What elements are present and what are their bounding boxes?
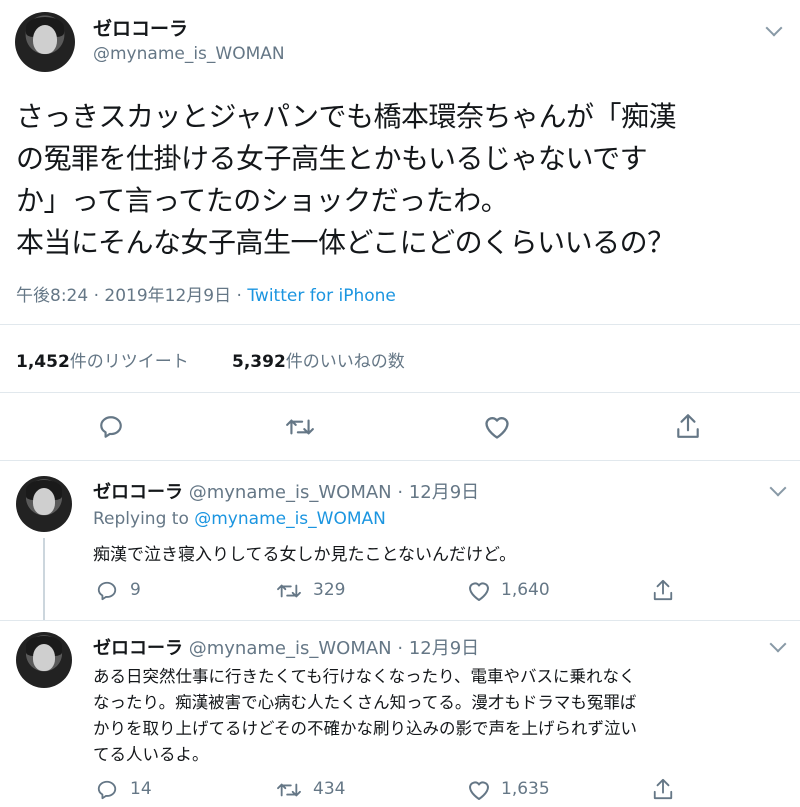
- avatar-face: [33, 25, 57, 54]
- reply-date[interactable]: 12月9日: [409, 482, 479, 503]
- tweet-text-line: の冤罪を仕掛ける女子高生とかもいるじゃないです: [16, 142, 648, 175]
- share-icon[interactable]: [652, 578, 674, 602]
- likes-label: 件のいいねの数: [285, 352, 405, 372]
- like-count: 1,635: [501, 779, 550, 799]
- retweets-label: 件のリツイート: [69, 352, 189, 372]
- display-name[interactable]: ゼロコーラ: [93, 482, 183, 503]
- reply-header: ゼロコーラ @myname_is_WOMAN · 12月9日: [93, 634, 479, 660]
- divider: [0, 392, 800, 393]
- avatar[interactable]: [16, 632, 72, 688]
- retweets-stat[interactable]: 1,452件のリツイート: [16, 347, 189, 372]
- retweet-icon[interactable]: [276, 580, 302, 602]
- tweet-text-line: さっきスカッとジャパンでも橋本環奈ちゃんが「痴漢: [16, 100, 677, 133]
- like-icon[interactable]: [483, 414, 511, 440]
- avatar[interactable]: [15, 12, 75, 72]
- tweet-time[interactable]: 午後8:24: [16, 286, 88, 306]
- handle[interactable]: @myname_is_WOMAN: [189, 638, 392, 659]
- divider: [0, 324, 800, 325]
- retweet-icon[interactable]: [276, 779, 302, 801]
- reply-header: ゼロコーラ @myname_is_WOMAN · 12月9日: [93, 478, 479, 504]
- replying-to: Replying to @myname_is_WOMAN: [93, 509, 386, 529]
- chevron-down-icon[interactable]: [769, 479, 787, 497]
- handle[interactable]: @myname_is_WOMAN: [189, 482, 392, 503]
- like-icon[interactable]: [467, 779, 491, 801]
- handle[interactable]: @myname_is_WOMAN: [93, 44, 285, 64]
- display-name[interactable]: ゼロコーラ: [93, 14, 188, 41]
- meta-separator: ·: [93, 286, 105, 306]
- thread-line: [43, 538, 45, 620]
- avatar[interactable]: [16, 476, 72, 532]
- meta-separator: ·: [397, 638, 409, 659]
- like-icon[interactable]: [467, 580, 491, 602]
- share-icon[interactable]: [652, 777, 674, 801]
- reply-text-line: てる人いるよ。: [93, 745, 209, 764]
- tweet-text-line: か」って言ってたのショックだったわ。: [16, 184, 509, 217]
- avatar-face: [32, 644, 56, 672]
- reply-text-line: なったり。痴漢被害で心病む人たくさん知ってる。漫才もドラマも冤罪ば: [93, 693, 637, 712]
- avatar-face: [32, 488, 56, 516]
- reply-count: 14: [130, 779, 152, 799]
- like-count: 1,640: [501, 580, 550, 600]
- divider: [0, 620, 800, 621]
- chevron-down-icon[interactable]: [765, 19, 783, 37]
- replying-to-label: Replying to: [93, 509, 189, 529]
- divider: [0, 460, 800, 461]
- tweet-meta: 午後8:24 · 2019年12月9日 · Twitter for iPhone: [16, 281, 396, 306]
- retweet-count: 434: [313, 779, 346, 799]
- reply-text-line: ある日突然仕事に行きたくても行けなくなったり、電車やバスに乗れなく: [93, 667, 636, 686]
- meta-separator: ·: [397, 482, 409, 503]
- share-icon[interactable]: [675, 412, 701, 440]
- reply-text-line: かりを取り上げてるけどその不確かな刷り込みの影で声を上げられず泣い: [93, 719, 638, 738]
- retweet-icon[interactable]: [285, 414, 315, 440]
- reply-icon[interactable]: [98, 414, 124, 440]
- tweet-source-link[interactable]: Twitter for iPhone: [247, 286, 396, 306]
- replying-to-handle[interactable]: @myname_is_WOMAN: [194, 509, 386, 529]
- tweet-text-line: 本当にそんな女子高生一体どこにどのくらいいるの？: [16, 226, 675, 259]
- reply-icon[interactable]: [96, 779, 118, 801]
- chevron-down-icon[interactable]: [769, 635, 787, 653]
- display-name[interactable]: ゼロコーラ: [93, 638, 183, 659]
- tweet-date[interactable]: 2019年12月9日: [104, 286, 231, 306]
- reply-count: 9: [130, 580, 141, 600]
- reply-text-line: 痴漢で泣き寝入りしてる女しか見たことないんだけど。: [93, 545, 517, 565]
- meta-separator: ·: [236, 286, 248, 306]
- likes-stat[interactable]: 5,392件のいいねの数: [232, 347, 405, 372]
- retweets-count: 1,452: [16, 352, 70, 372]
- reply-icon[interactable]: [96, 580, 118, 602]
- reply-date[interactable]: 12月9日: [409, 638, 479, 659]
- likes-count: 5,392: [232, 352, 286, 372]
- retweet-count: 329: [313, 580, 346, 600]
